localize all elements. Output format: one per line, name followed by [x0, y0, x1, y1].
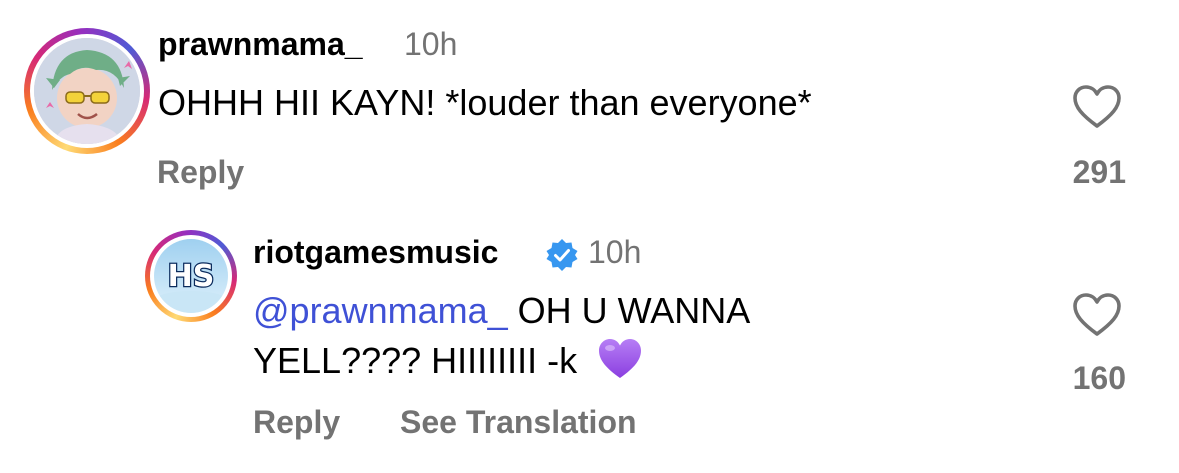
- see-translation-button[interactable]: See Translation: [400, 404, 637, 441]
- like-button[interactable]: [1072, 84, 1122, 130]
- reply-username[interactable]: riotgamesmusic: [253, 234, 498, 271]
- reply-button[interactable]: Reply: [253, 404, 340, 441]
- like-count: 291: [1072, 154, 1126, 190]
- comment-username[interactable]: prawnmama_: [158, 26, 363, 63]
- reply-text: @prawnmama_ OH U WANNA: [253, 284, 750, 338]
- avatar-story-ring[interactable]: HS: [145, 230, 237, 322]
- svg-text:HS: HS: [168, 259, 215, 294]
- mention-link[interactable]: @prawnmama_: [253, 290, 508, 331]
- reply-text-line2-content: YELL???? HIIIIIIII -k: [253, 340, 578, 381]
- avatar-story-ring[interactable]: [24, 28, 150, 154]
- heart-outline-icon: [1073, 293, 1121, 336]
- like-button[interactable]: [1072, 292, 1122, 338]
- heart-outline-icon: [1073, 85, 1121, 128]
- avatar: [34, 38, 140, 144]
- reply-button[interactable]: Reply: [157, 154, 244, 191]
- comment-timestamp: 10h: [404, 26, 458, 62]
- avatar: HS: [154, 239, 228, 313]
- reply-timestamp: 10h: [588, 234, 642, 270]
- reply-text-line2: YELL???? HIIIIIIII -k: [253, 334, 643, 388]
- like-count: 160: [1072, 360, 1126, 396]
- verified-badge-icon: [545, 238, 579, 272]
- avatar-illustration-icon: [34, 38, 140, 144]
- purple-heart-emoji: [597, 337, 643, 381]
- reply-text-line1: OH U WANNA: [507, 290, 751, 331]
- avatar-hs-logo-icon: HS: [154, 239, 228, 313]
- comment-text: OHHH HII KAYN! *louder than everyone*: [158, 82, 812, 123]
